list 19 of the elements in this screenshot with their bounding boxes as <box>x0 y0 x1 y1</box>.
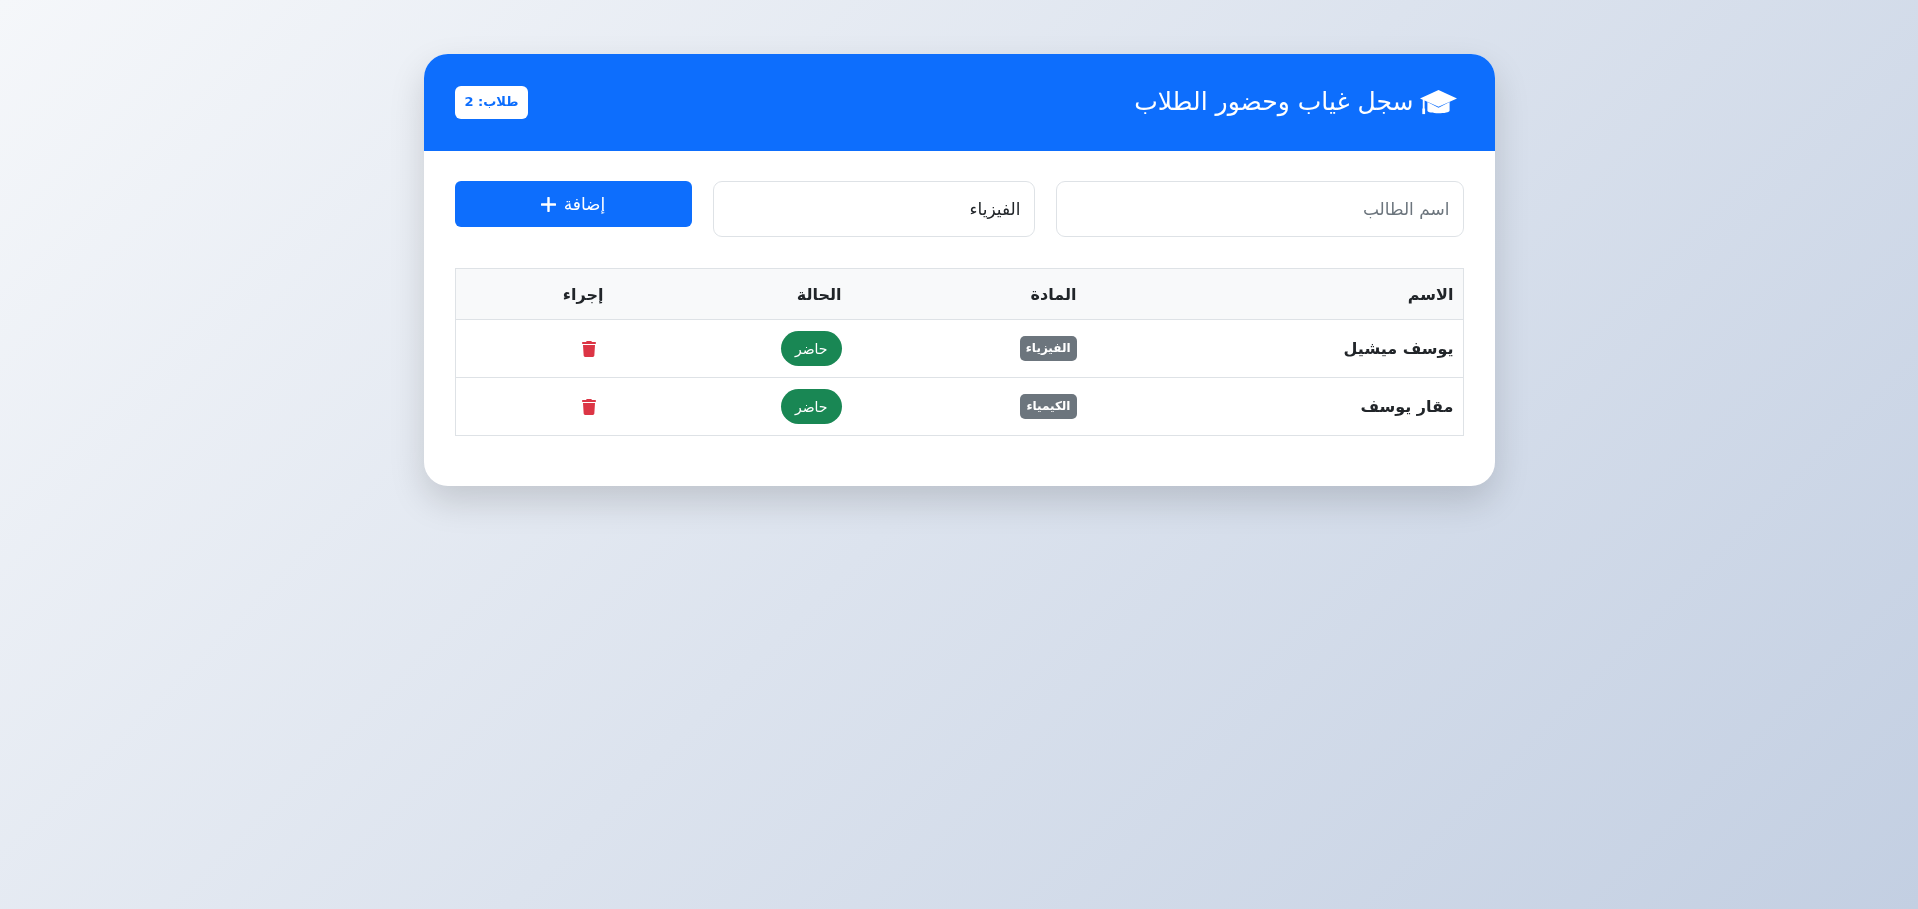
student-name: مقار يوسف <box>1360 397 1454 416</box>
student-name-field[interactable]: اسم الطالب <box>1055 181 1464 237</box>
column-header: إجراء <box>562 284 604 304</box>
page-title: سجل غياب وحضور الطلاب <box>1134 86 1414 119</box>
subject-badge: الكيمياء <box>1020 394 1077 419</box>
column-header: الاسم <box>1407 284 1454 304</box>
status-button[interactable]: حاضر <box>780 331 842 366</box>
status-button[interactable]: حاضر <box>780 389 842 424</box>
trash-icon <box>581 340 596 357</box>
column-header: المادة <box>1030 284 1077 304</box>
plus-icon <box>540 196 556 212</box>
add-button[interactable]: إضافة <box>454 181 692 227</box>
subject-badge: الفيزياء <box>1019 336 1077 361</box>
graduation-cap-icon <box>1419 88 1457 117</box>
subject-field[interactable]: الفيزياء <box>712 181 1035 237</box>
column-header: الحالة <box>796 284 842 304</box>
trash-icon <box>581 398 596 415</box>
student-name: يوسف ميشيل <box>1343 339 1454 358</box>
student-count-badge: طلاب: 2 <box>454 86 529 119</box>
